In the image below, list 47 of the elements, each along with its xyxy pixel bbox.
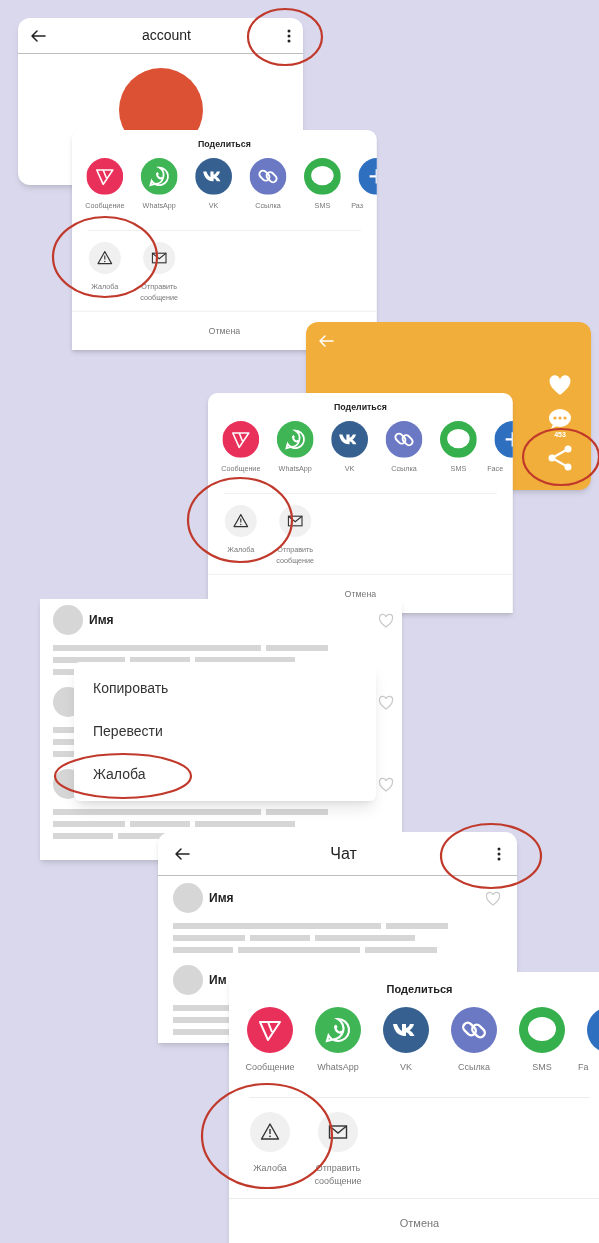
share-app-icon[interactable] <box>195 158 232 195</box>
back-arrow-icon[interactable] <box>30 27 46 44</box>
avatar-placeholder <box>173 965 203 995</box>
share-app-icon[interactable] <box>451 1007 497 1053</box>
share-app-icon[interactable] <box>385 421 423 458</box>
share-app-icon[interactable] <box>304 158 341 195</box>
share-action[interactable]: Жалоба <box>236 1098 304 1198</box>
user-name: Им <box>209 972 228 989</box>
cancel-button[interactable]: Отмена <box>338 588 383 599</box>
share-app-icon[interactable] <box>249 158 287 195</box>
share-app-icon[interactable] <box>519 1007 565 1053</box>
warning-icon <box>232 513 249 529</box>
menu-item[interactable]: Жалоба <box>74 753 376 796</box>
share-app-label: WhatsApp <box>317 1061 359 1073</box>
cancel-button[interactable]: Отмена <box>391 1216 448 1229</box>
menu-icon[interactable] <box>287 28 291 43</box>
share-app-icon[interactable] <box>222 421 260 458</box>
sheet-title: Поделиться <box>333 400 388 414</box>
share-app-label: VK <box>400 1061 412 1073</box>
envelope-icon <box>328 1122 348 1142</box>
share-app-label: Сообщение <box>245 1061 295 1073</box>
avatar-placeholder <box>173 883 203 913</box>
share-app-icon[interactable] <box>331 421 368 458</box>
warning-icon <box>260 1122 280 1142</box>
share-app-icon[interactable] <box>247 1007 293 1053</box>
share-app-label: SMS <box>532 1061 552 1073</box>
user-name: Имя <box>89 612 115 629</box>
warning-icon <box>96 250 113 266</box>
envelope-icon <box>151 250 168 266</box>
back-arrow-icon[interactable] <box>174 845 190 862</box>
share-app-icon[interactable] <box>383 1007 429 1053</box>
share-app-icon[interactable] <box>440 421 477 458</box>
sheet-title: Поделиться <box>197 137 252 151</box>
cancel-button[interactable]: Отмена <box>202 325 247 336</box>
share-app-label: Fa <box>577 1061 589 1073</box>
sheet-title: Поделиться <box>385 982 454 997</box>
share-app-label: Ссылка <box>458 1061 490 1073</box>
menu-item[interactable]: Перевести <box>74 710 376 753</box>
menu-icon[interactable] <box>497 846 501 861</box>
comment-icon[interactable] <box>548 408 572 430</box>
share-app-icon[interactable] <box>86 158 124 195</box>
avatar-placeholder <box>53 605 83 635</box>
screen-title: account <box>140 26 192 45</box>
menu-item[interactable]: Копировать <box>74 667 376 710</box>
screen-title: Чат <box>329 843 358 864</box>
envelope-icon <box>287 513 304 529</box>
user-name: Имя <box>209 890 235 907</box>
